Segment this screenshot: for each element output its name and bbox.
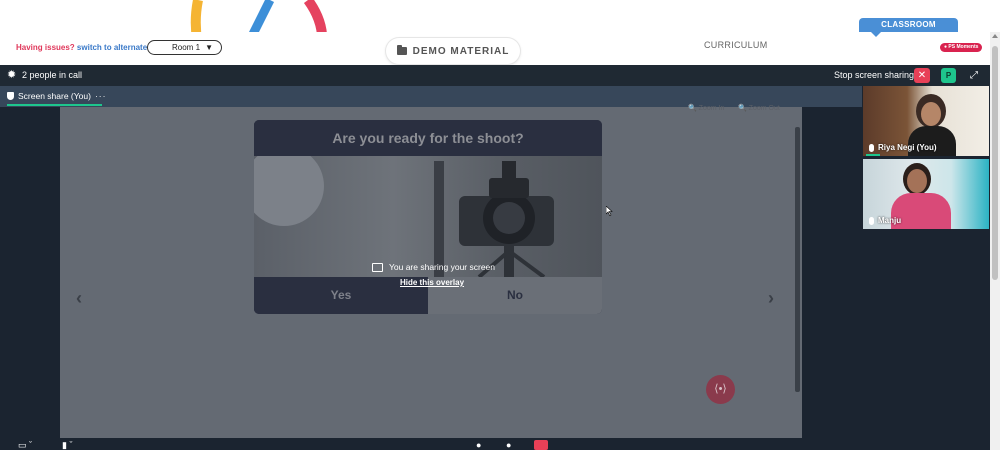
page-scrollbar-thumb[interactable] [992, 46, 998, 280]
share-icon[interactable]: ⟨•⟩ [706, 375, 735, 404]
mouse-cursor [606, 206, 613, 216]
participants-panel: Riya Negi (You) Manju [862, 86, 990, 438]
participant-tile[interactable]: Riya Negi (You) [863, 86, 989, 156]
prev-slide-arrow[interactable]: ‹ [76, 288, 82, 309]
zoom-out-button[interactable]: 🔍 Zoom Out [738, 104, 780, 112]
app-page: Having issues? switch to alternate room … [0, 0, 1000, 450]
caret-down-icon: ▼ [205, 43, 213, 52]
stop-sharing-button[interactable]: ✕ [914, 68, 930, 83]
sharing-message-text: You are sharing your screen [389, 262, 496, 272]
zoom-out-label: Zoom Out [748, 105, 780, 112]
camera-photo [254, 146, 602, 279]
microphone-toggle-icon[interactable]: ▮ ˇ [62, 441, 72, 450]
camera-toggle-icon[interactable]: ● [506, 441, 511, 450]
expand-icon[interactable]: ⤢ [965, 68, 983, 83]
quiz-question: Are you ready for the shoot? [254, 120, 602, 156]
screen-share-tab-label: Screen share (You) [18, 91, 91, 101]
ps-moments-label: PS Moments [948, 44, 979, 50]
page-scrollbar[interactable] [990, 32, 1000, 450]
sharing-overlay-message: You are sharing your screen [372, 262, 495, 272]
demo-material-button[interactable]: DEMO MATERIAL [386, 38, 520, 64]
room-select[interactable]: Room 1 ▼ [147, 40, 222, 55]
speaking-indicator [866, 154, 880, 156]
active-tab-underline [7, 104, 102, 106]
end-share-icon[interactable] [534, 440, 548, 450]
participant-name: Riya Negi (You) [878, 143, 937, 152]
microphone-icon [869, 216, 874, 225]
person-icon[interactable]: ● [476, 441, 481, 450]
participant-name: Manju [878, 216, 902, 225]
folder-icon [396, 45, 407, 55]
zoom-in-label: Zoom In [698, 105, 725, 112]
participant-tile[interactable]: Manju [863, 159, 989, 229]
shared-screen-scrollbar[interactable] [795, 127, 800, 392]
screen-share-tabbar: Screen share (You) ··· [0, 86, 862, 107]
call-header: ✹ 2 people in call Stop screen sharing ✕… [0, 65, 990, 86]
next-slide-arrow[interactable]: › [768, 288, 774, 309]
issues-text: Having issues? [16, 43, 75, 52]
demo-material-label: DEMO MATERIAL [412, 45, 510, 57]
screen-share-icon [372, 262, 383, 272]
stop-sharing-label[interactable]: Stop screen sharing [834, 70, 914, 80]
participant-name-bar: Riya Negi (You) [869, 143, 937, 152]
screen-margin-right [802, 107, 862, 438]
participant-face [907, 169, 927, 193]
profile-badge[interactable]: P [941, 68, 956, 83]
ps-moments-badge[interactable]: ● PS Moments [940, 43, 983, 52]
classroom-tab[interactable]: CLASSROOM [859, 18, 958, 37]
room-select-value: Room 1 [172, 43, 201, 52]
curriculum-tab[interactable]: CURRICULUM [704, 40, 768, 50]
participant-name-bar: Manju [869, 216, 901, 225]
screen-margin-left [0, 107, 60, 438]
bottom-toolbar: ▭ ˇ ▮ ˇ ● ● [0, 438, 990, 450]
shield-icon [7, 92, 14, 100]
zoom-in-button[interactable]: 🔍 Zoom In [688, 104, 724, 112]
whiteboard-icon[interactable]: ▭ ˇ [18, 441, 32, 450]
more-options-icon[interactable]: ··· [95, 91, 107, 101]
gear-icon[interactable]: ✹ [7, 70, 17, 81]
hide-overlay-link[interactable]: Hide this overlay [400, 278, 464, 287]
scroll-up-icon[interactable] [992, 34, 998, 38]
people-count: 2 people in call [22, 70, 83, 80]
microphone-icon [869, 143, 874, 152]
participant-face [921, 102, 941, 126]
camera-illustration [254, 146, 554, 279]
